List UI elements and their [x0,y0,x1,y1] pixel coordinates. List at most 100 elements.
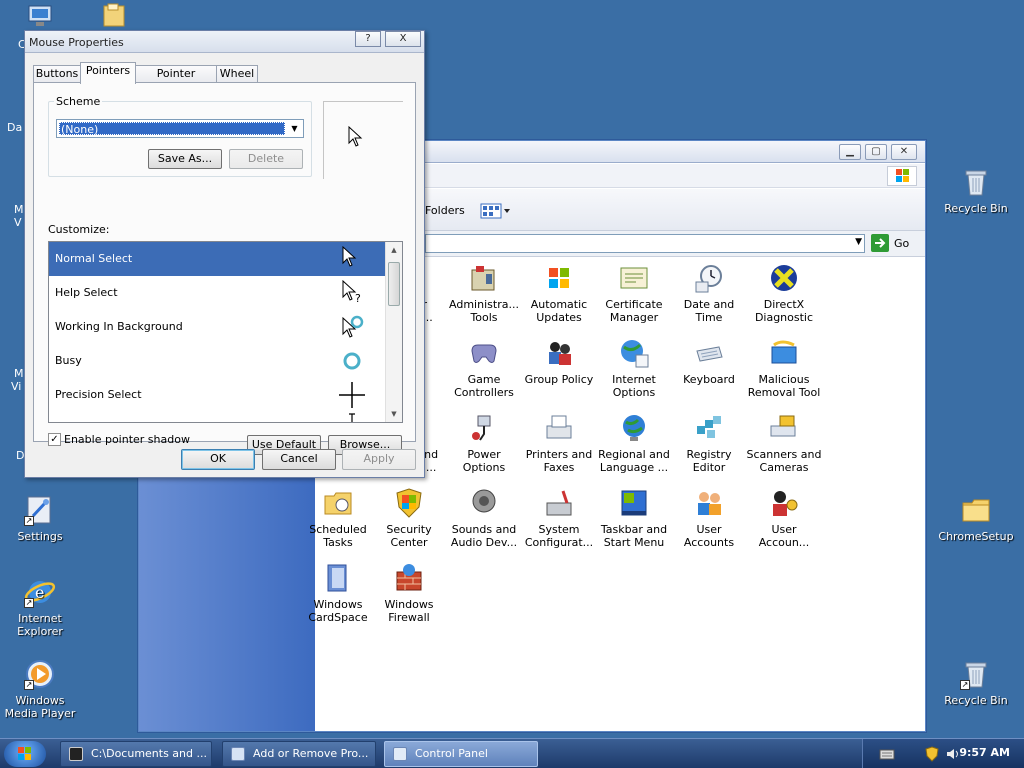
directx-icon [768,262,800,294]
delete-button[interactable]: Delete [229,149,303,169]
pointer-row-help-select[interactable]: Help Select ? [49,276,385,310]
control-panel-item[interactable]: Malicious Removal Tool [746,337,822,399]
control-panel-item[interactable]: Scanners and Cameras [746,412,822,474]
desktop-icon-recycle-bin[interactable]: Recycle Bin [936,166,1016,215]
ok-button[interactable]: OK [181,449,255,470]
scroll-up-icon[interactable]: ▲ [386,242,402,258]
control-panel-item[interactable]: User Accoun... [746,487,822,549]
pointer-name: Normal Select [55,252,133,265]
taskbar-item-command-prompt[interactable]: C:\Documents and ... [60,741,212,767]
shield-icon[interactable] [925,746,939,762]
shield-icon [393,487,425,519]
control-panel-item-label: Keyboard [683,373,735,386]
cmd-icon [69,747,83,761]
control-panel-item-label: Windows CardSpace [308,598,368,624]
scroll-thumb[interactable] [388,262,400,306]
control-panel-item[interactable]: Windows CardSpace [300,562,376,624]
desktop-icon-internet-explorer[interactable]: e ↗ Internet Explorer [0,576,80,638]
control-panel-item[interactable]: Scheduled Tasks [300,487,376,549]
desktop-icon-partial-top-2[interactable] [102,2,126,28]
minimize-button[interactable]: ▁ [839,144,861,160]
control-panel-item[interactable]: Printers and Faxes [521,412,597,474]
windows-orb-icon [18,747,31,760]
chevron-down-icon[interactable]: ▼ [855,237,862,247]
partial-label: M [14,203,24,216]
pointer-list[interactable]: Normal Select Help Select ? Working In B… [48,241,403,423]
taskbar-item-add-remove[interactable]: Add or Remove Pro... [222,741,376,767]
printer-icon [543,412,575,444]
scheme-select[interactable]: (None) ▼ [56,119,304,138]
control-panel-item-label: Game Controllers [454,373,514,399]
control-panel-item-label: Scheduled Tasks [309,523,367,549]
control-panel-item[interactable]: Automatic Updates [521,262,597,324]
control-panel-item[interactable]: Administra... Tools [446,262,522,324]
close-button[interactable]: ✕ [891,144,917,160]
desktop-icon-settings[interactable]: ↗ Settings [0,494,80,543]
folders-button[interactable]: Folders [425,204,465,217]
control-panel-item[interactable]: User Accounts [671,487,747,549]
windows-logo-icon [887,166,917,186]
certificate-icon [618,262,650,294]
pointer-name: Working In Background [55,320,183,333]
control-panel-item[interactable]: Date and Time [671,262,747,324]
help-button[interactable]: ? [355,31,381,47]
tab-pointer-options[interactable]: Pointer Options [135,65,217,96]
desktop-icon-partial-top-1[interactable] [26,4,54,28]
pointer-row-precision-select[interactable]: Precision Select [49,378,385,412]
control-panel-item[interactable]: Security Center [371,487,447,549]
control-panel-item[interactable]: Registry Editor [671,412,747,474]
address-input[interactable]: ▼ [425,234,865,253]
dialog-title: Mouse Properties [29,36,124,49]
control-panel-item[interactable]: Taskbar and Start Menu [596,487,672,549]
maximize-button[interactable]: ▢ [865,144,887,160]
control-panel-item[interactable]: Group Policy [521,337,597,386]
pointer-list-scrollbar[interactable]: ▲ ▼ [385,242,402,422]
pointer-row-normal-select[interactable]: Normal Select [49,242,385,276]
keyboard-tray-icon[interactable] [879,747,895,761]
tab-buttons[interactable]: Buttons [33,65,81,83]
desktop-icon-label: Internet Explorer [17,612,63,638]
close-button[interactable]: X [385,31,421,47]
dialog-titlebar[interactable]: Mouse Properties ? X [25,31,424,53]
pointer-row-working-in-background[interactable]: Working In Background [49,310,385,344]
desktop-icon-label: Recycle Bin [944,202,1008,215]
control-panel-item[interactable]: Power Options [446,412,522,474]
go-button[interactable]: Go [871,234,919,253]
scheme-value: (None) [59,122,285,136]
shadow-checkbox[interactable]: ✓ [48,433,61,446]
control-panel-item-label: Taskbar and Start Menu [600,523,668,549]
desktop-icon-chromesetup[interactable]: ChromeSetup [936,494,1016,543]
pointer-row-busy[interactable]: Busy [49,344,385,378]
save-as-button[interactable]: Save As... [148,149,222,169]
control-panel-item[interactable]: Sounds and Audio Dev... [446,487,522,549]
scanner-icon [768,412,800,444]
help-cursor-icon: ? [342,280,361,305]
clock[interactable]: 9:57 AM [959,746,1010,759]
scroll-down-icon[interactable]: ▼ [386,406,402,422]
control-panel-item[interactable]: Game Controllers [446,337,522,399]
control-panel-item[interactable]: Keyboard [671,337,747,386]
control-panel-item[interactable]: DirectX Diagnostic [746,262,822,324]
pointer-row-partial[interactable] [49,412,385,422]
control-panel-item[interactable]: Internet Options [596,337,672,399]
firewall-icon [393,562,425,594]
tab-pointers[interactable]: Pointers [80,62,136,84]
apply-button[interactable]: Apply [342,449,416,470]
taskbar-item-control-panel[interactable]: Control Panel [384,741,538,767]
control-panel-item[interactable]: Certificate Manager [596,262,672,324]
taskbar-item-label: Add or Remove Pro... [253,747,369,760]
tab-wheel[interactable]: Wheel [216,65,258,83]
desktop-icon-windows-media-player[interactable]: ↗ Windows Media Player [0,658,80,720]
views-button[interactable] [479,201,511,221]
control-panel-item[interactable]: Windows Firewall [371,562,447,624]
cancel-button[interactable]: Cancel [262,449,336,470]
control-panel-item[interactable]: Regional and Language ... [596,412,672,474]
control-panel-item[interactable]: System Configurat... [521,487,597,549]
desktop-icon-recycle-bin-shortcut[interactable]: ↗ Recycle Bin [936,658,1016,707]
add-remove-icon [231,747,245,761]
malicious-tool-icon [768,337,800,369]
start-button[interactable] [4,741,46,767]
desktop-icon-label: ChromeSetup [938,530,1014,543]
taskbar: C:\Documents and ... Add or Remove Pro..… [0,738,1024,768]
chevron-down-icon: ▼ [291,124,298,133]
